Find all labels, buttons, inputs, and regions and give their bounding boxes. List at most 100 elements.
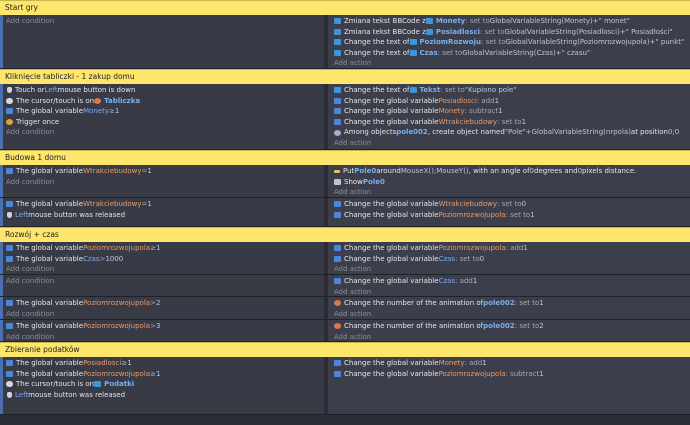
condition-item[interactable]: The global variable Wtrakciebudowy = 1 xyxy=(6,166,324,177)
conditions-column[interactable]: Add condition xyxy=(3,15,324,68)
text-icon xyxy=(334,87,341,94)
action-item[interactable]: Show Pole0 xyxy=(334,177,690,188)
event-row[interactable]: Add condition Zmiana tekst BBCode z Mone… xyxy=(0,15,690,69)
group-header-zbieranie-podatkow[interactable]: Zbieranie podatków xyxy=(0,342,690,357)
action-item[interactable]: Change the number of the animation of po… xyxy=(334,321,690,332)
event-row[interactable]: The global variable Posiadlosci ≥ 1 The … xyxy=(0,357,690,415)
put-around-icon xyxy=(334,169,340,173)
add-action-link[interactable]: Add action xyxy=(334,287,690,298)
conditions-column[interactable]: Touch or Left mouse button is down The c… xyxy=(3,84,324,149)
conditions-column[interactable]: The global variable Posiadlosci ≥ 1 The … xyxy=(3,357,324,414)
condition-item[interactable]: The cursor/touch is on Podatki xyxy=(6,379,324,390)
condition-item[interactable]: Left mouse button was released xyxy=(6,210,324,221)
variable-icon xyxy=(334,245,341,252)
bbtext-icon xyxy=(334,28,341,35)
action-item[interactable]: Put Pole0 around MouseX();MouseY() , wit… xyxy=(334,166,690,177)
condition-item[interactable]: The global variable Monety ≥ 1 xyxy=(6,106,324,117)
action-item[interactable]: Change the text of PoziomRozwoju : set t… xyxy=(334,37,690,48)
variable-icon xyxy=(6,245,13,252)
conditions-column[interactable]: The global variable Poziomrozwojupola > … xyxy=(3,297,324,319)
event-row[interactable]: The global variable Wtrakciebudowy = 1 L… xyxy=(0,198,690,227)
condition-item[interactable]: The global variable Poziomrozwojupola ≥ … xyxy=(6,369,324,380)
variable-icon xyxy=(334,370,341,377)
condition-item[interactable]: The global variable Czas > 1000 xyxy=(6,254,324,265)
add-condition-link[interactable]: Add condition xyxy=(6,177,324,188)
condition-item[interactable]: The global variable Poziomrozwojupola > … xyxy=(6,321,324,332)
add-condition-link[interactable]: Add condition xyxy=(6,276,324,287)
action-item[interactable]: Change the global variable Monety : add … xyxy=(334,358,690,369)
action-item[interactable]: Change the global variable Poziomrozwoju… xyxy=(334,243,690,254)
event-row[interactable]: The global variable Poziomrozwojupola > … xyxy=(0,297,690,320)
event-row[interactable]: The global variable Poziomrozwojupola > … xyxy=(0,320,690,342)
conditions-column[interactable]: The global variable Wtrakciebudowy = 1 A… xyxy=(3,165,324,197)
event-row[interactable]: Touch or Left mouse button is down The c… xyxy=(0,84,690,150)
mouse-icon xyxy=(7,211,12,218)
add-action-link[interactable]: Add action xyxy=(334,58,690,69)
actions-column[interactable]: Change the global variable Monety : add … xyxy=(328,357,690,414)
event-row[interactable]: The global variable Wtrakciebudowy = 1 A… xyxy=(0,165,690,198)
group-header-budowa-1-domu[interactable]: Budowa 1 domu xyxy=(0,150,690,165)
action-item[interactable]: Zmiana tekst BBCode z Posiadlosci : set … xyxy=(334,27,690,38)
conditions-column[interactable]: Add condition xyxy=(3,275,324,296)
actions-column[interactable]: Put Pole0 around MouseX();MouseY() , wit… xyxy=(328,165,690,197)
condition-item[interactable]: Touch or Left mouse button is down xyxy=(6,85,324,96)
action-item[interactable]: Among objects pole002 , create object na… xyxy=(334,127,690,138)
actions-column[interactable]: Change the global variable Wtrakciebudow… xyxy=(328,198,690,226)
action-item[interactable]: Change the text of Tekst : set to "Kupio… xyxy=(334,85,690,96)
variable-icon xyxy=(6,255,13,262)
add-action-link[interactable]: Add action xyxy=(334,138,690,149)
action-item[interactable]: Change the global variable Posiadlosci :… xyxy=(334,96,690,107)
conditions-column[interactable]: The global variable Poziomrozwojupola ≥ … xyxy=(3,242,324,274)
condition-item[interactable]: The global variable Posiadlosci ≥ 1 xyxy=(6,358,324,369)
action-item[interactable]: Change the text of Czas : set to GlobalV… xyxy=(334,48,690,59)
add-action-link[interactable]: Add action xyxy=(334,309,690,320)
actions-column[interactable]: Change the text of Tekst : set to "Kupio… xyxy=(328,84,690,149)
actions-column[interactable]: Change the global variable Poziomrozwoju… xyxy=(328,242,690,274)
actions-column[interactable]: Change the global variable Czas : add 1 … xyxy=(328,275,690,296)
condition-item[interactable]: Trigger once xyxy=(6,117,324,128)
action-item[interactable]: Change the global variable Wtrakciebudow… xyxy=(334,199,690,210)
text-object-icon xyxy=(409,39,417,46)
event-row[interactable]: The global variable Poziomrozwojupola ≥ … xyxy=(0,242,690,275)
action-item[interactable]: Change the number of the animation of po… xyxy=(334,298,690,309)
action-item[interactable]: Change the global variable Czas : set to… xyxy=(334,254,690,265)
add-condition-link[interactable]: Add condition xyxy=(6,16,324,27)
variable-icon xyxy=(6,201,13,208)
add-action-link[interactable]: Add action xyxy=(334,264,690,275)
action-item[interactable]: Change the global variable Wtrakciebudow… xyxy=(334,117,690,128)
variable-icon xyxy=(334,211,341,218)
actions-column[interactable]: Change the number of the animation of po… xyxy=(328,320,690,341)
add-action-link[interactable]: Add action xyxy=(334,332,690,343)
condition-item[interactable]: The global variable Poziomrozwojupola > … xyxy=(6,298,324,309)
actions-column[interactable]: Change the number of the animation of po… xyxy=(328,297,690,319)
condition-item[interactable]: The global variable Wtrakciebudowy = 1 xyxy=(6,199,324,210)
group-header-klikniecie-tabliczki[interactable]: Kliknięcie tabliczki - 1 zakup domu xyxy=(0,69,690,84)
group-header-rozwoj-czas[interactable]: Rozwój + czas xyxy=(0,227,690,242)
conditions-column[interactable]: The global variable Wtrakciebudowy = 1 L… xyxy=(3,198,324,226)
variable-icon xyxy=(6,370,13,377)
add-condition-link[interactable]: Add condition xyxy=(6,264,324,275)
mouse-icon xyxy=(7,392,12,399)
condition-item[interactable]: Left mouse button was released xyxy=(6,390,324,401)
condition-item[interactable]: The cursor/touch is on Tabliczka xyxy=(6,96,324,107)
variable-icon xyxy=(334,201,341,208)
event-row[interactable]: Add condition Change the global variable… xyxy=(0,275,690,297)
action-item[interactable]: Zmiana tekst BBCode z Monety : set to Gl… xyxy=(334,16,690,27)
add-condition-link[interactable]: Add condition xyxy=(6,309,324,320)
text-object-icon xyxy=(409,50,417,57)
variable-icon xyxy=(6,168,13,175)
action-item[interactable]: Change the global variable Poziomrozwoju… xyxy=(334,210,690,221)
variable-icon xyxy=(6,360,13,367)
condition-item[interactable]: The global variable Poziomrozwojupola ≥ … xyxy=(6,243,324,254)
action-item[interactable]: Change the global variable Monety : subt… xyxy=(334,106,690,117)
action-item[interactable]: Change the global variable Poziomrozwoju… xyxy=(334,369,690,380)
text-object-icon xyxy=(409,87,417,94)
add-action-link[interactable]: Add action xyxy=(334,187,690,198)
group-header-start-gry[interactable]: Start gry xyxy=(0,0,690,15)
actions-column[interactable]: Zmiana tekst BBCode z Monety : set to Gl… xyxy=(328,15,690,68)
add-condition-link[interactable]: Add condition xyxy=(6,332,324,343)
variable-icon xyxy=(334,119,341,126)
conditions-column[interactable]: The global variable Poziomrozwojupola > … xyxy=(3,320,324,341)
add-condition-link[interactable]: Add condition xyxy=(6,127,324,138)
action-item[interactable]: Change the global variable Czas : add 1 xyxy=(334,276,690,287)
